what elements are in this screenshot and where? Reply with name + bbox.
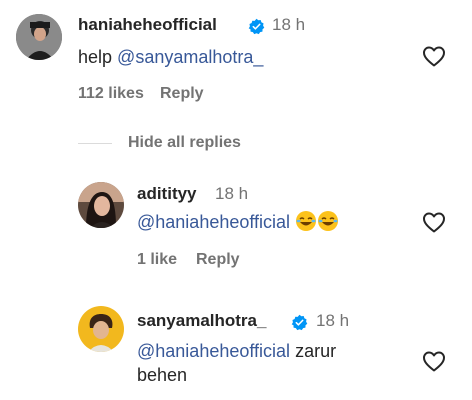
avatar-image bbox=[78, 306, 124, 352]
avatar[interactable] bbox=[16, 14, 62, 60]
reply-text: @haniahehe​official zarur behen bbox=[137, 339, 367, 387]
reply-mention-link[interactable]: @haniahehe​official bbox=[137, 341, 290, 361]
reply-likes-count[interactable]: 1 like bbox=[137, 251, 177, 269]
laughing-emoji-icon bbox=[295, 210, 317, 232]
comment-mention-link[interactable]: @sanyamalhotra_ bbox=[117, 47, 263, 67]
comment-username-text[interactable]: haniahehe​official bbox=[78, 15, 217, 34]
verified-badge-icon bbox=[248, 18, 265, 35]
hide-replies-button[interactable]: Hide all replies bbox=[128, 134, 241, 152]
comment-text: help @sanyamalhotra_ bbox=[78, 45, 263, 69]
heart-outline-icon bbox=[423, 46, 445, 67]
avatar[interactable] bbox=[78, 306, 124, 352]
comment-username[interactable]: haniahehe​official bbox=[78, 15, 217, 35]
reply-username[interactable]: sanyamalhotra_ bbox=[137, 311, 266, 331]
avatar[interactable] bbox=[78, 182, 124, 228]
reply-username-text[interactable]: aditityy bbox=[137, 184, 197, 203]
reply-text: @haniahehe​official bbox=[137, 210, 339, 234]
reply-reply-button[interactable]: Reply bbox=[196, 251, 240, 269]
comment-likes-count[interactable]: 112 likes bbox=[78, 85, 144, 103]
comment-timestamp: 18 h bbox=[272, 15, 306, 34]
avatar-image bbox=[16, 14, 62, 60]
reply-timestamp: 18 h bbox=[316, 311, 350, 330]
like-button[interactable] bbox=[422, 350, 446, 372]
reply-username-text[interactable]: sanyamalhotra_ bbox=[137, 311, 266, 330]
avatar-image bbox=[78, 182, 124, 228]
reply-timestamp: 18 h bbox=[215, 184, 249, 203]
comment-reply-button[interactable]: Reply bbox=[160, 85, 204, 103]
verified-badge-icon bbox=[291, 314, 308, 331]
reply-mention-link[interactable]: @haniahehe​official bbox=[137, 212, 290, 232]
heart-outline-icon bbox=[423, 351, 445, 372]
heart-outline-icon bbox=[423, 212, 445, 233]
replies-divider bbox=[78, 143, 112, 144]
laughing-emoji-icon bbox=[317, 210, 339, 232]
like-button[interactable] bbox=[422, 45, 446, 67]
reply-username[interactable]: aditityy bbox=[137, 184, 197, 204]
comment-text-prefix: help bbox=[78, 47, 118, 67]
like-button[interactable] bbox=[422, 211, 446, 233]
